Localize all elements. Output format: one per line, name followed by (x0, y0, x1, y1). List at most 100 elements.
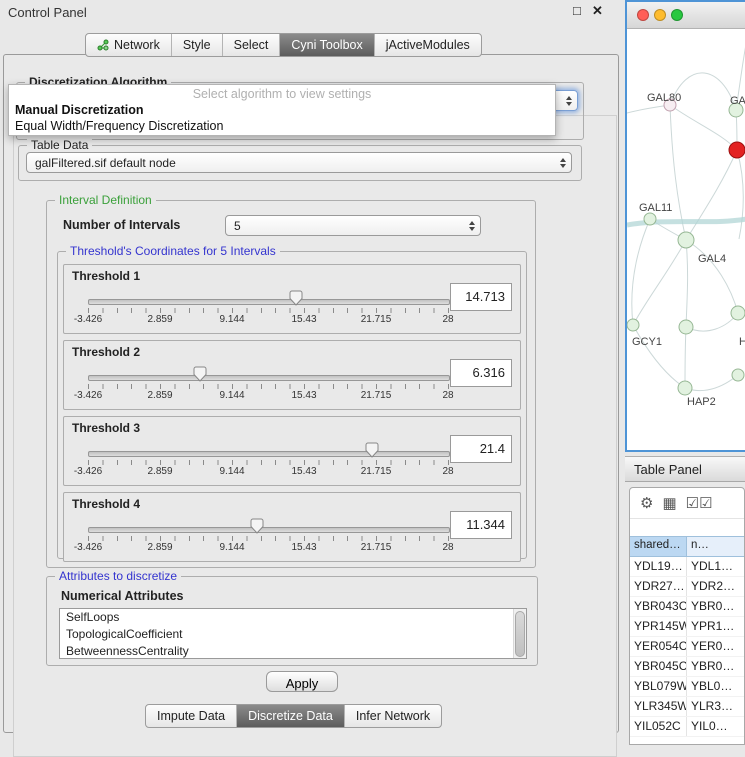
tab-label: jActiveModules (386, 34, 470, 56)
table-row[interactable]: YER054CYER0… (630, 637, 744, 657)
table-row[interactable]: YDR27…YDR2… (630, 577, 744, 597)
interval-definition-group: Interval Definition Number of Intervals … (46, 200, 536, 568)
attributes-group: Attributes to discretize Numerical Attri… (46, 576, 538, 666)
window-title: Control Panel (8, 5, 87, 20)
cell-shared-name: YLR345W (630, 697, 687, 716)
slider-track[interactable] (88, 299, 450, 305)
network-node[interactable] (731, 306, 745, 320)
axis-tick-label: 15.43 (291, 314, 316, 325)
table-row[interactable]: YBL079WYBL0… (630, 677, 744, 697)
node-label: HIS4 (739, 336, 745, 348)
network-canvas: GAL80GALGAL11GAL4GCY1HIS4HAP2 (627, 29, 745, 451)
tab-cyni-toolbox[interactable]: Cyni Toolbox (280, 34, 374, 56)
close-traffic-light[interactable] (637, 9, 649, 21)
table-row[interactable]: YDL19…YDL1… (630, 557, 744, 577)
column-header-0[interactable]: shared… (630, 537, 687, 556)
table-row[interactable]: YBR043CYBR0… (630, 597, 744, 617)
table-row[interactable]: YIL052CYIL0… (630, 717, 744, 737)
tab-label: Style (183, 34, 211, 56)
axis-tick-label: 28 (442, 542, 453, 553)
apply-button[interactable]: Apply (266, 671, 338, 692)
cell-shared-name: YDR27… (630, 577, 687, 596)
num-intervals-label: Number of Intervals (63, 218, 180, 232)
threshold-value-input[interactable]: 21.4 (450, 435, 512, 463)
thresholds-list: Threshold 1-3.4262.8599.14415.4321.71528… (58, 264, 521, 568)
tab-label: Cyni Toolbox (291, 34, 362, 56)
minimize-traffic-light[interactable] (654, 9, 666, 21)
tab-jactivemodules[interactable]: jActiveModules (375, 34, 481, 56)
slider-track[interactable] (88, 451, 450, 457)
network-node[interactable] (678, 232, 694, 248)
column-header-1[interactable]: n… (687, 537, 744, 556)
node-label: GAL4 (698, 253, 726, 265)
network-node[interactable] (644, 213, 656, 225)
slider-thumb-icon[interactable] (193, 366, 207, 382)
slider-thumb-icon[interactable] (250, 518, 264, 534)
table-row[interactable]: YPR145WYPR1… (630, 617, 744, 637)
list-scrollbar[interactable] (513, 609, 526, 658)
axis-tick-label: 15.43 (291, 466, 316, 477)
node-label: GCY1 (632, 336, 662, 348)
tab-infer-network[interactable]: Infer Network (345, 705, 441, 727)
slider-ticks (88, 384, 449, 389)
cell-name: YIL0… (687, 717, 744, 736)
network-edge (633, 325, 685, 388)
minimize-button[interactable]: □ (573, 3, 581, 18)
settings-gear-icon[interactable]: ⚙ (640, 496, 653, 511)
network-edge (685, 375, 738, 391)
network-node[interactable] (729, 142, 745, 158)
tab-discretize-data[interactable]: Discretize Data (237, 705, 345, 727)
node-label: GAL80 (647, 92, 681, 104)
show-columns-icon[interactable]: ☑☑ (686, 496, 713, 511)
tab-impute-data[interactable]: Impute Data (146, 705, 237, 727)
slider-ticks (88, 460, 449, 465)
threshold-value-input[interactable]: 14.713 (450, 283, 512, 311)
zoom-traffic-light[interactable] (671, 9, 683, 21)
threshold-slider[interactable]: -3.4262.8599.14415.4321.71528 (88, 517, 448, 555)
network-window: GAL80GALGAL11GAL4GCY1HIS4HAP2 (625, 0, 745, 452)
slider-track[interactable] (88, 527, 450, 533)
cell-shared-name: YBL079W (630, 677, 687, 696)
attribute-item-topologicalcoefficient[interactable]: TopologicalCoefficient (60, 626, 526, 643)
slider-tick-labels: -3.4262.8599.14415.4321.71528 (88, 542, 448, 554)
popup-item-equal-width-frequency-discretization[interactable]: Equal Width/Frequency Discretization (9, 118, 555, 134)
network-node[interactable] (678, 381, 692, 395)
tab-select[interactable]: Select (223, 34, 281, 56)
tab-label: Infer Network (356, 705, 430, 727)
attribute-item-betweennesscentrality[interactable]: BetweennessCentrality (60, 643, 526, 659)
threshold-slider[interactable]: -3.4262.8599.14415.4321.71528 (88, 441, 448, 479)
attribute-item-selfloops[interactable]: SelfLoops (60, 609, 526, 626)
threshold-slider[interactable]: -3.4262.8599.14415.4321.71528 (88, 289, 448, 327)
threshold-value-input[interactable]: 11.344 (450, 511, 512, 539)
table-header-row: shared…n… (630, 536, 744, 557)
table-panel-titlebar[interactable]: Table Panel (625, 456, 745, 482)
network-node[interactable] (732, 369, 744, 381)
table-row[interactable]: YLR345WYLR3… (630, 697, 744, 717)
scrollbar-thumb[interactable] (515, 611, 525, 657)
combo-stepper-icon (469, 221, 475, 231)
table-data-combobox[interactable]: galFiltered.sif default node (26, 152, 572, 173)
slider-track[interactable] (88, 375, 450, 381)
tab-network[interactable]: Network (86, 34, 172, 56)
slider-thumb-icon[interactable] (289, 290, 303, 306)
network-edge (685, 327, 686, 388)
axis-tick-label: 9.144 (219, 466, 244, 477)
cell-shared-name: YBR045C (630, 657, 687, 676)
cell-name: YDL1… (687, 557, 744, 576)
attributes-group-title: Attributes to discretize (55, 569, 181, 583)
threshold-slider[interactable]: -3.4262.8599.14415.4321.71528 (88, 365, 448, 403)
columns-icon[interactable]: ▦ (662, 496, 676, 511)
num-intervals-value: 5 (234, 219, 241, 233)
cell-shared-name: YPR145W (630, 617, 687, 636)
close-button[interactable]: ✕ (592, 3, 603, 19)
network-node[interactable] (627, 319, 639, 331)
axis-tick-label: 21.715 (361, 390, 392, 401)
network-node[interactable] (679, 320, 693, 334)
slider-thumb-icon[interactable] (365, 442, 379, 458)
slider-tick-labels: -3.4262.8599.14415.4321.71528 (88, 390, 448, 402)
table-row[interactable]: YBR045CYBR0… (630, 657, 744, 677)
tab-style[interactable]: Style (172, 34, 223, 56)
popup-item-manual-discretization[interactable]: Manual Discretization (9, 102, 555, 118)
num-intervals-combobox[interactable]: 5 (225, 215, 481, 236)
threshold-value-input[interactable]: 6.316 (450, 359, 512, 387)
